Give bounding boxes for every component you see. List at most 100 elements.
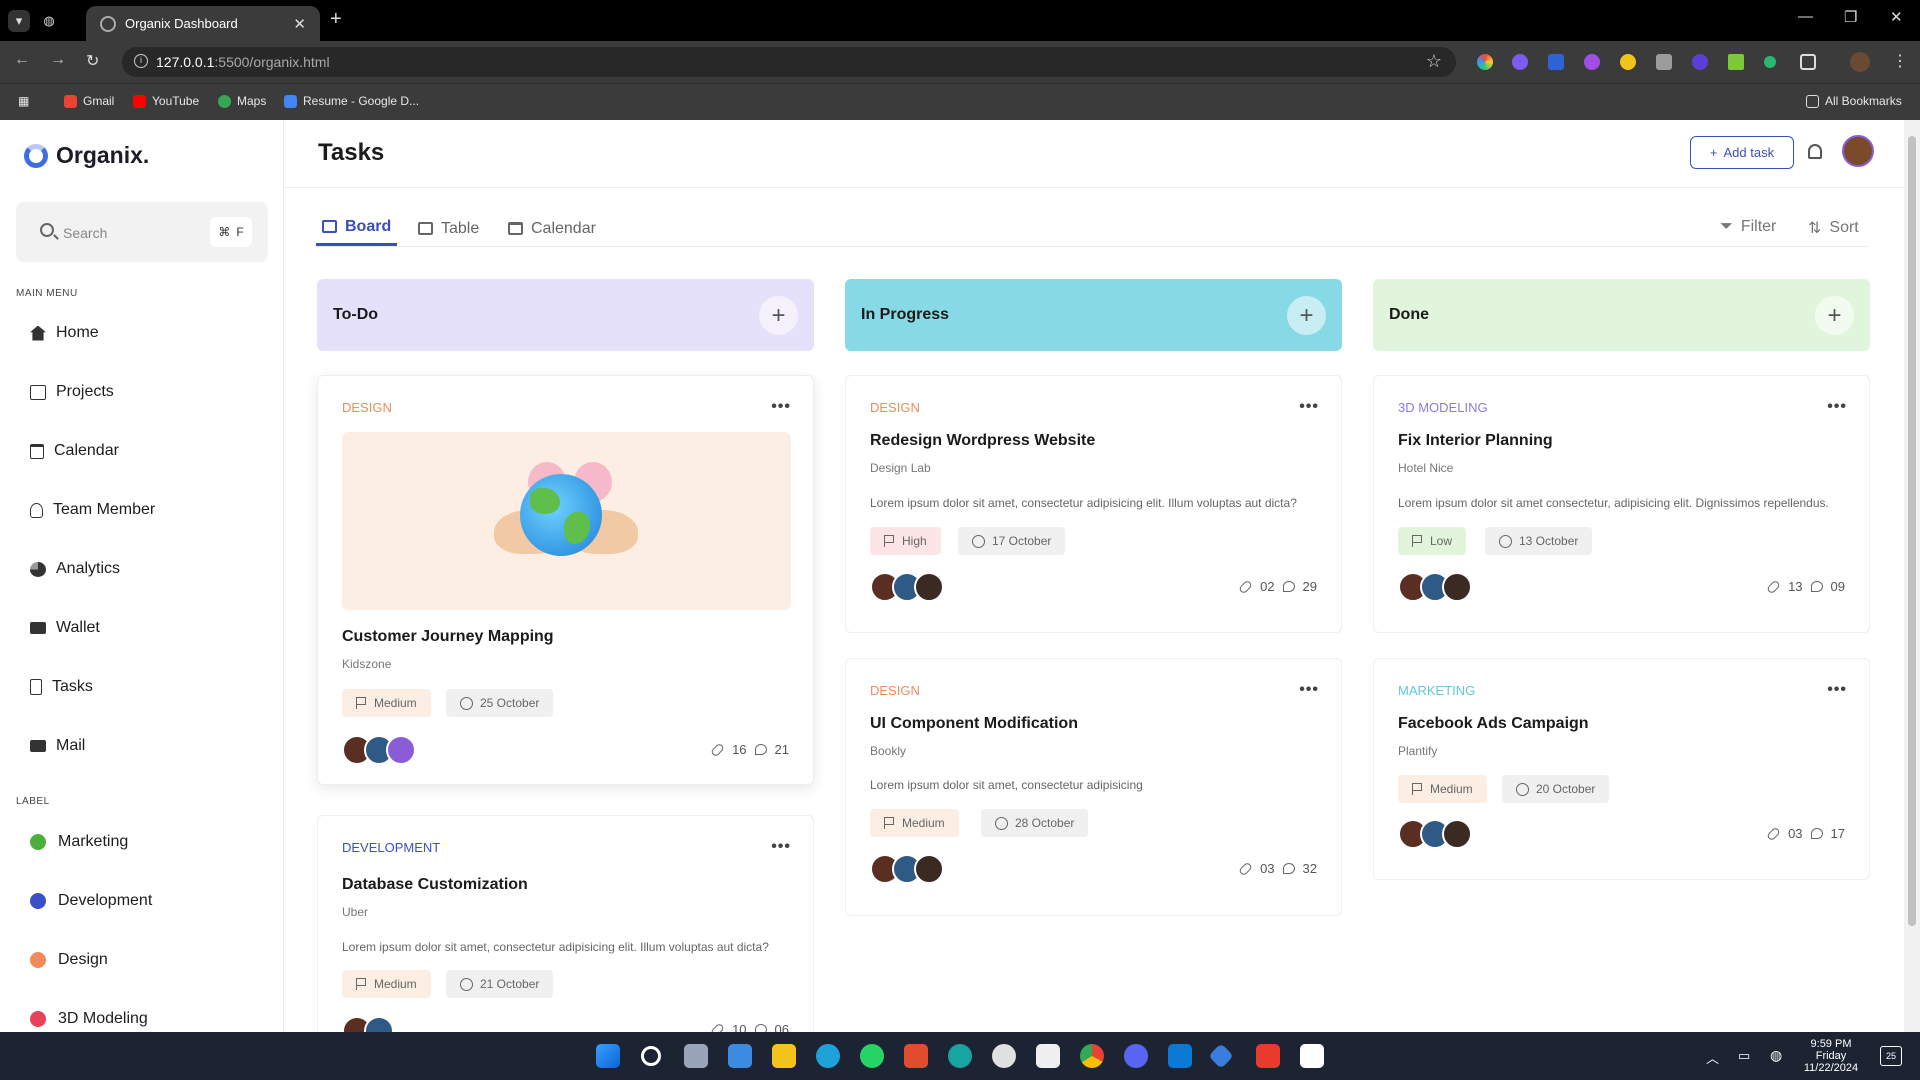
new-tab-icon[interactable]: +	[330, 8, 342, 31]
clock[interactable]: 9:59 PM Friday 11/22/2024	[1796, 1038, 1866, 1074]
label-marketing[interactable]: Marketing	[30, 833, 128, 851]
extension-icon[interactable]	[1764, 56, 1776, 68]
sidebar-item-mail[interactable]: Mail	[30, 737, 85, 755]
sidebar-item-wallet[interactable]: Wallet	[30, 619, 100, 637]
search-icon[interactable]	[641, 1046, 661, 1066]
add-card-button[interactable]: +	[1287, 296, 1326, 335]
tab-table[interactable]: Table	[418, 210, 479, 247]
discord-icon[interactable]	[1124, 1044, 1148, 1068]
notification-badge[interactable]: 25	[1880, 1046, 1902, 1066]
avatar[interactable]	[386, 735, 416, 765]
extension-icon[interactable]	[1692, 54, 1708, 70]
tab-board[interactable]: Board	[316, 210, 398, 246]
wps-icon[interactable]	[1256, 1044, 1280, 1068]
avatar[interactable]	[1442, 572, 1472, 602]
sidebar-item-projects[interactable]: Projects	[30, 383, 114, 401]
bookmark-maps[interactable]: Maps	[218, 94, 266, 108]
whatsapp-icon[interactable]	[860, 1044, 884, 1068]
url-field[interactable]: i 127.0.0.1:5500/organix.html ☆	[122, 47, 1456, 77]
brand-logo[interactable]: Organix.	[24, 142, 149, 169]
extension-icon[interactable]	[1584, 54, 1600, 70]
task-card[interactable]: DESIGN ••• Customer Journey Mapping Kids…	[317, 375, 814, 785]
forward-icon[interactable]: →	[50, 51, 66, 69]
avatar[interactable]	[364, 1016, 394, 1032]
sort-button[interactable]: ⇅ Sort	[1808, 218, 1859, 238]
more-options-icon[interactable]: •••	[1299, 681, 1319, 699]
bookmark-resume[interactable]: Resume - Google D...	[284, 94, 419, 108]
extension-icon[interactable]	[1512, 54, 1528, 70]
task-card[interactable]: DESIGN ••• Redesign Wordpress Website De…	[845, 375, 1342, 633]
add-card-button[interactable]: +	[1815, 296, 1854, 335]
page-scrollbar[interactable]	[1904, 120, 1920, 1032]
add-card-button[interactable]: +	[759, 296, 798, 335]
all-bookmarks[interactable]: All Bookmarks	[1806, 94, 1902, 108]
bookmark-gmail[interactable]: Gmail	[64, 94, 114, 108]
label-development[interactable]: Development	[30, 892, 152, 910]
browser-menu-icon[interactable]: ⋮	[1892, 51, 1908, 71]
slack-icon[interactable]	[992, 1044, 1016, 1068]
add-task-button[interactable]: + Add task	[1690, 136, 1794, 169]
extension-icon[interactable]	[1620, 54, 1636, 70]
tray-chevron-icon[interactable]: ︿	[1706, 1048, 1719, 1067]
file-explorer-icon[interactable]	[772, 1044, 796, 1068]
task-card[interactable]: 3D MODELING ••• Fix Interior Planning Ho…	[1373, 375, 1870, 633]
bookmark-youtube[interactable]: YouTube	[133, 94, 199, 108]
windows-start-icon[interactable]	[596, 1044, 620, 1068]
site-info-icon[interactable]: i	[134, 54, 148, 68]
back-icon[interactable]: ←	[14, 51, 30, 69]
reload-icon[interactable]: ↻	[86, 51, 99, 71]
task-card[interactable]: DEVELOPMENT ••• Database Customization U…	[317, 815, 814, 1032]
more-options-icon[interactable]: •••	[771, 838, 791, 856]
profile-avatar[interactable]	[1850, 52, 1870, 72]
extensions-puzzle-icon[interactable]	[1800, 54, 1816, 70]
scrollbar-thumb[interactable]	[1908, 136, 1916, 926]
edge-icon[interactable]	[816, 1044, 840, 1068]
apps-grid-icon[interactable]: ▦	[18, 94, 29, 108]
search-box[interactable]: Search ⌘ F	[16, 202, 268, 262]
camera-extension-icon[interactable]	[1656, 54, 1672, 70]
app-icon[interactable]	[948, 1044, 972, 1068]
minimize-icon[interactable]: —	[1798, 8, 1813, 25]
bookmark-star-icon[interactable]: ☆	[1426, 51, 1442, 72]
chrome-icon[interactable]	[1080, 1044, 1104, 1068]
bell-icon[interactable]	[1808, 144, 1822, 159]
sidebar-item-analytics[interactable]: Analytics	[30, 560, 120, 578]
widgets-icon[interactable]	[728, 1044, 752, 1068]
extension-icon[interactable]	[1477, 54, 1493, 70]
task-view-icon[interactable]	[684, 1044, 708, 1068]
more-options-icon[interactable]: •••	[771, 398, 791, 416]
close-window-icon[interactable]: ✕	[1890, 8, 1903, 26]
tab-search-icon[interactable]: ▾	[8, 10, 30, 32]
tab-calendar[interactable]: Calendar	[508, 210, 596, 247]
avatar[interactable]	[914, 854, 944, 884]
filter-button[interactable]: ⏷ Filter	[1720, 218, 1776, 236]
label-3d-modeling[interactable]: 3D Modeling	[30, 1010, 148, 1028]
extension-icon[interactable]	[1548, 54, 1564, 70]
more-options-icon[interactable]: •••	[1827, 398, 1847, 416]
sidebar-item-tasks[interactable]: Tasks	[30, 678, 93, 696]
sidebar-item-calendar[interactable]: Calendar	[30, 442, 119, 460]
task-card[interactable]: DESIGN ••• UI Component Modification Boo…	[845, 658, 1342, 916]
sidebar-item-team-member[interactable]: Team Member	[30, 501, 155, 519]
avatar[interactable]	[1442, 819, 1472, 849]
figma-icon[interactable]	[904, 1044, 928, 1068]
label-design[interactable]: Design	[30, 951, 108, 969]
close-tab-icon[interactable]: ✕	[293, 15, 306, 33]
battery-icon[interactable]: ▭	[1738, 1048, 1750, 1064]
store-icon[interactable]	[1036, 1044, 1060, 1068]
more-options-icon[interactable]: •••	[1827, 681, 1847, 699]
task-card[interactable]: MARKETING ••• Facebook Ads Campaign Plan…	[1373, 658, 1870, 880]
avatar[interactable]	[914, 572, 944, 602]
tab-group-icon[interactable]: ◍	[38, 10, 60, 32]
browser-tab[interactable]: Organix Dashboard ✕	[86, 6, 320, 41]
sourcetree-icon[interactable]	[1208, 1043, 1234, 1069]
vscode-icon[interactable]	[1168, 1044, 1192, 1068]
restore-icon[interactable]: ❐	[1844, 8, 1857, 26]
search-input[interactable]: Search	[63, 225, 107, 241]
user-avatar[interactable]	[1842, 135, 1874, 167]
more-options-icon[interactable]: •••	[1299, 398, 1319, 416]
sidebar-item-home[interactable]: Home	[30, 324, 99, 342]
app-icon[interactable]	[1300, 1044, 1324, 1068]
extension-icon[interactable]	[1728, 54, 1744, 70]
globe-icon[interactable]: ◍	[1770, 1047, 1782, 1064]
